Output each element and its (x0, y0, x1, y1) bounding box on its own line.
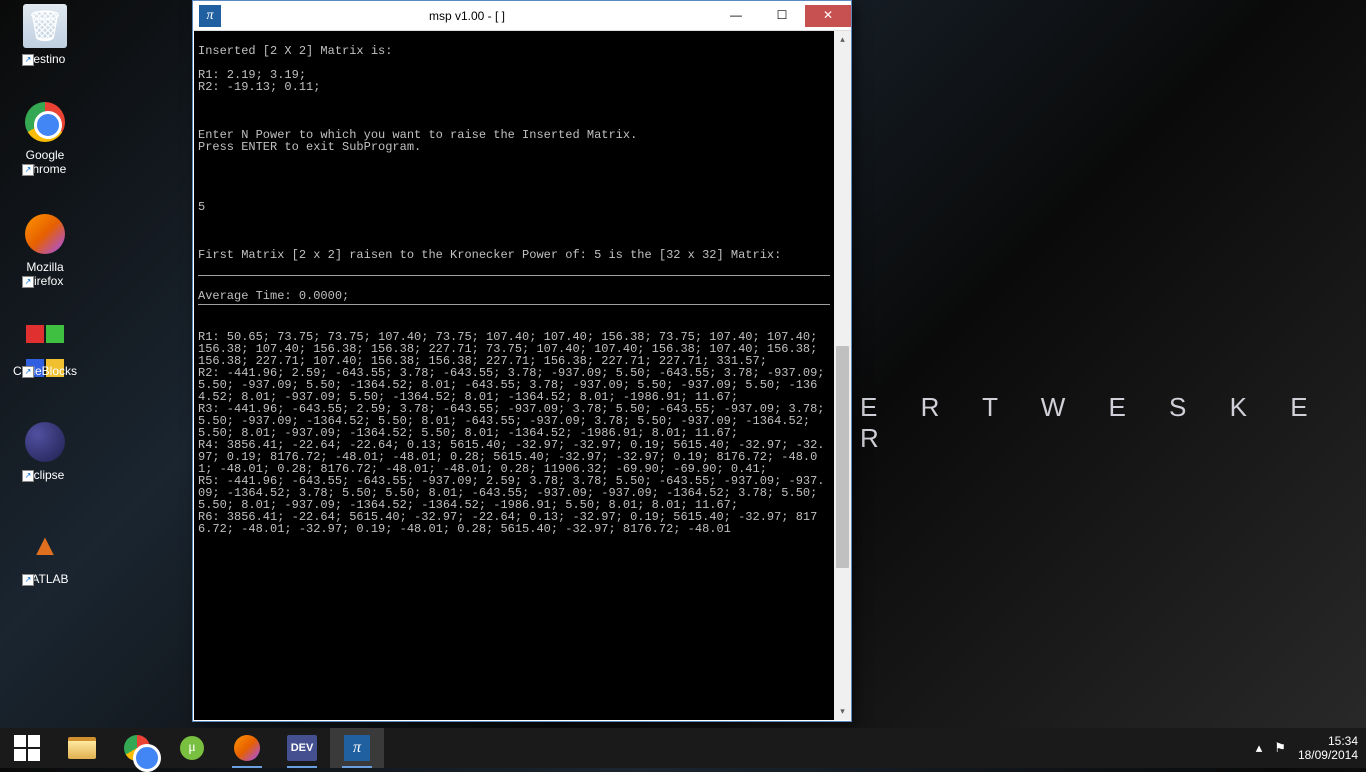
clock-date: 18/09/2014 (1298, 748, 1358, 762)
close-button[interactable]: ✕ (805, 5, 851, 27)
divider (198, 304, 830, 305)
chrome-icon (23, 100, 67, 144)
console-row: R3: -441.96; -643.55; 2.59; 3.78; -643.5… (198, 402, 832, 440)
console-row: R2: -441.96; 2.59; -643.55; 3.78; -643.5… (198, 366, 832, 404)
titlebar[interactable]: π msp v1.00 - [ ] — ☐ ✕ (193, 1, 851, 31)
taskbar-msp[interactable]: π (330, 728, 384, 768)
console-row: R5: -441.96; -643.55; -643.55; -937.09; … (198, 474, 825, 512)
matlab-icon: ▲ (23, 524, 67, 568)
utorrent-icon: μ (180, 736, 204, 760)
desktop-icon-matlab[interactable]: ▲ ↗ MATLAB (8, 524, 82, 586)
shortcut-arrow-icon: ↗ (22, 366, 34, 378)
console-line: R2: -19.13; 0.11; (198, 80, 320, 94)
app-pi-icon: π (344, 735, 370, 761)
desktop-icon-recycle-bin[interactable]: 🗑 ↗ Cestino (8, 4, 82, 66)
scroll-thumb[interactable] (836, 346, 849, 568)
windows-icon (14, 735, 40, 761)
divider (198, 275, 830, 276)
console-input: 5 (198, 200, 205, 214)
clock[interactable]: 15:34 18/09/2014 (1298, 734, 1358, 762)
system-tray[interactable]: ▴ ⚑ 15:34 18/09/2014 (1256, 734, 1366, 762)
app-window: π msp v1.00 - [ ] — ☐ ✕ Inserted [2 X 2]… (192, 0, 852, 722)
console-line: Average Time: 0.0000; (198, 289, 349, 303)
tray-overflow-icon[interactable]: ▴ (1256, 740, 1263, 756)
shortcut-arrow-icon: ↗ (22, 470, 34, 482)
window-title: msp v1.00 - [ ] (221, 9, 713, 23)
desktop-icon-codeblocks[interactable]: ↗ CodeBlocks (8, 316, 82, 378)
taskbar-firefox[interactable] (220, 728, 274, 768)
console-line: Press ENTER to exit SubProgram. (198, 140, 421, 154)
desktop-icon-eclipse[interactable]: ↗ Eclipse (8, 420, 82, 482)
clock-time: 15:34 (1298, 734, 1358, 748)
console-area: Inserted [2 X 2] Matrix is: R1: 2.19; 3.… (194, 31, 850, 720)
start-button[interactable] (0, 728, 54, 768)
taskbar-utorrent[interactable]: μ (165, 728, 219, 768)
firefox-icon (23, 212, 67, 256)
codeblocks-icon (23, 316, 67, 360)
maximize-button[interactable]: ☐ (759, 5, 805, 27)
firefox-icon (234, 735, 260, 761)
console-row: R6: 3856.41; -22.64; 5615.40; -32.97; -2… (198, 510, 817, 536)
app-pi-icon: π (199, 5, 221, 27)
vertical-scrollbar[interactable]: ▴ ▾ (834, 31, 851, 720)
action-center-icon[interactable]: ⚑ (1274, 740, 1286, 756)
eclipse-icon (23, 420, 67, 464)
taskbar: μ DEV π ▴ ⚑ 15:34 18/09/2014 (0, 728, 1366, 768)
console-row: R4: 3856.41; -22.64; -22.64; 0.13; 5615.… (198, 438, 825, 476)
scroll-up-arrow-icon[interactable]: ▴ (834, 31, 851, 48)
console-row: R1: 50.65; 73.75; 73.75; 107.40; 73.75; … (198, 330, 825, 368)
console-line: Inserted [2 X 2] Matrix is: (198, 44, 392, 58)
taskbar-explorer[interactable] (55, 728, 109, 768)
taskbar-chrome[interactable] (110, 728, 164, 768)
shortcut-arrow-icon: ↗ (22, 574, 34, 586)
desktop-icon-chrome[interactable]: ↗ Google Chrome (8, 100, 82, 176)
shortcut-arrow-icon: ↗ (22, 164, 34, 176)
minimize-button[interactable]: — (713, 5, 759, 27)
desktop-icon-firefox[interactable]: ↗ Mozilla Firefox (8, 212, 82, 288)
chrome-icon (124, 735, 150, 761)
explorer-icon (68, 737, 96, 759)
devcpp-icon: DEV (287, 735, 317, 761)
recycle-bin-icon: 🗑 (23, 4, 67, 48)
shortcut-arrow-icon: ↗ (22, 276, 34, 288)
taskbar-devcpp[interactable]: DEV (275, 728, 329, 768)
shortcut-arrow-icon: ↗ (22, 54, 34, 66)
wallpaper-text: E R T W E S K E R (860, 392, 1366, 454)
console-line: First Matrix [2 x 2] raisen to the Krone… (198, 248, 781, 262)
scroll-down-arrow-icon[interactable]: ▾ (834, 703, 851, 720)
